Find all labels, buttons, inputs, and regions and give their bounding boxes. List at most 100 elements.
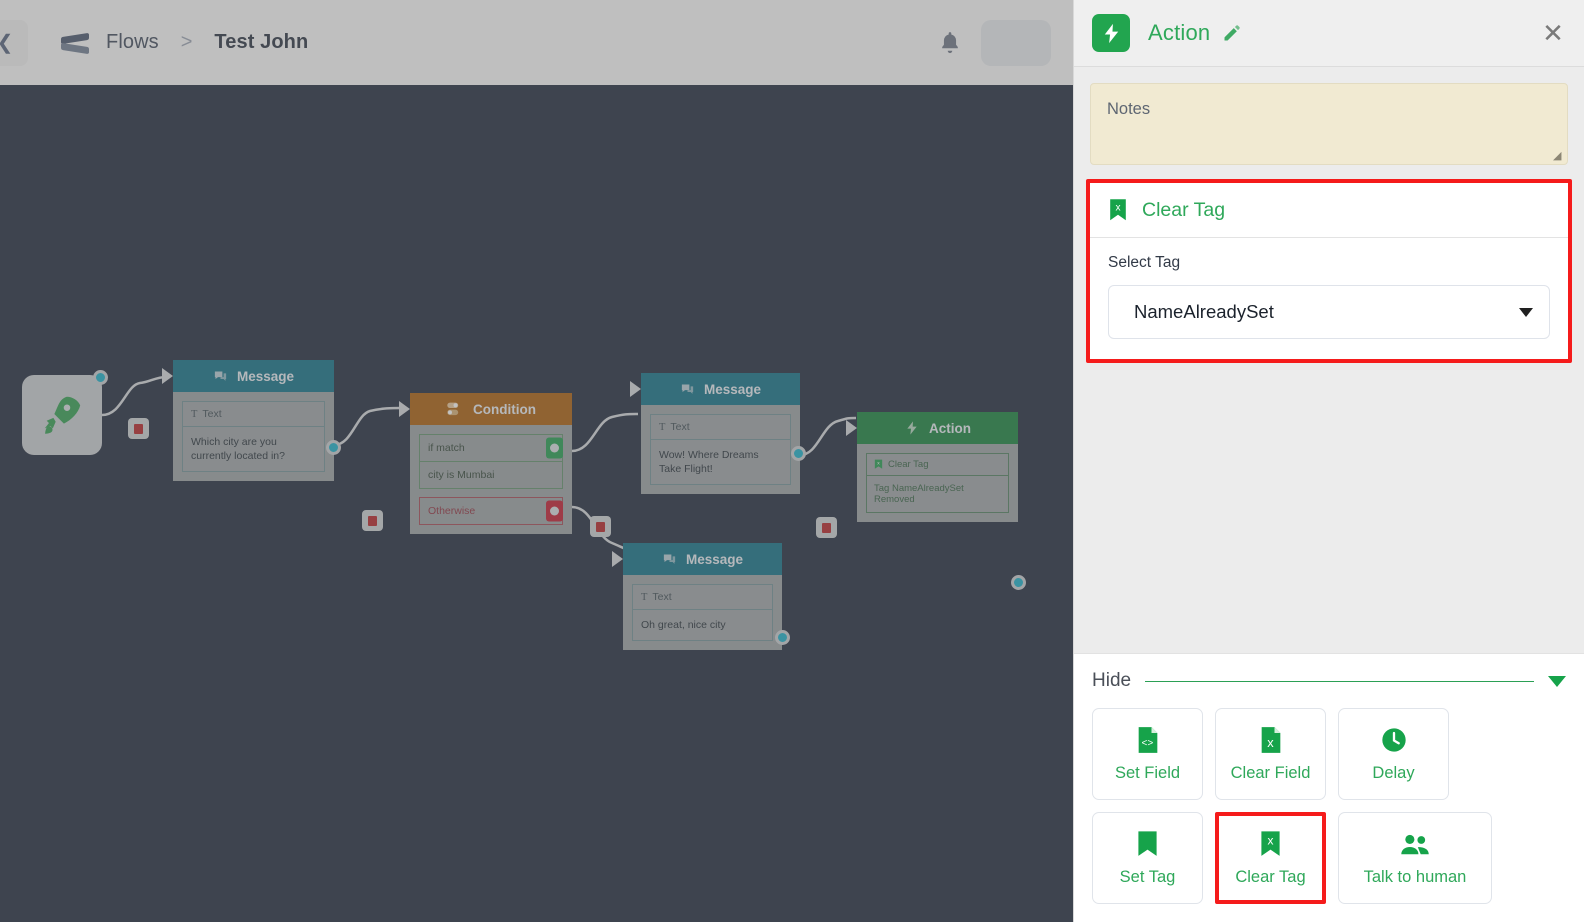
node-title: Message [236, 368, 295, 384]
flow-node-condition[interactable]: Condition if match city is Mumbai Otherw… [399, 393, 572, 534]
svg-text:x: x [1115, 203, 1120, 214]
condition-true-port[interactable] [546, 437, 563, 459]
trash-icon [822, 522, 831, 533]
flow-node-action[interactable]: Action x Clear Tag Tag NameAlreadySet Re… [846, 412, 1018, 522]
hide-label: Hide [1092, 670, 1132, 691]
chevron-down-icon [1519, 307, 1533, 317]
message-2-output-port[interactable] [791, 446, 806, 461]
connector-delete-button[interactable] [362, 510, 383, 531]
trash-icon [368, 515, 377, 526]
text-T-icon: T [191, 408, 198, 420]
flows-logo-icon [58, 26, 92, 60]
app-root: ❮ Flows > Test John [0, 0, 1584, 922]
node-body: T Text Which city are you currently loca… [173, 392, 334, 482]
message-3-output-port[interactable] [775, 630, 790, 645]
flow-node-message-2[interactable]: Message T Text Wow! Where Dreams Take Fl… [630, 373, 800, 495]
message-icon [663, 554, 676, 564]
notes-textarea[interactable]: Notes ◢ [1090, 83, 1568, 165]
node-title: Message [685, 551, 744, 567]
connector-delete-button[interactable] [590, 516, 611, 537]
clear-tag-card-title: Clear Tag [1142, 198, 1226, 221]
tile-talk-to-human[interactable]: Talk to human [1338, 812, 1492, 904]
header-actions [937, 19, 1051, 66]
tile-label: Set Tag [1119, 868, 1176, 886]
breadcrumb-flows-link[interactable]: Flows [106, 31, 159, 54]
node-title: Message [703, 381, 762, 397]
node-body: T Text Oh great, nice city [623, 575, 782, 651]
node-field-label: T Text [183, 402, 324, 427]
trash-icon [134, 423, 143, 434]
node-input-port [630, 381, 641, 397]
flow-node-message-3[interactable]: Message T Text Oh great, nice city [612, 543, 782, 651]
connector-delete-button[interactable] [128, 418, 149, 439]
resize-grip-icon[interactable]: ◢ [1553, 151, 1564, 162]
node-input-port [162, 368, 173, 384]
action-item: x Clear Tag Tag NameAlreadySet Removed [866, 453, 1009, 513]
node-field-label: T Text [633, 585, 772, 610]
node-header: Message [173, 360, 334, 392]
tile-label: Clear Tag [1235, 868, 1306, 886]
tile-clear-tag[interactable]: x Clear Tag [1215, 812, 1326, 904]
message-1-output-port[interactable] [326, 440, 341, 455]
condition-else-row: Otherwise [419, 497, 563, 525]
start-node-output-port[interactable] [93, 370, 108, 385]
flow-start-node[interactable] [22, 375, 102, 455]
select-tag-label: Select Tag [1108, 254, 1181, 271]
breadcrumb-current-title: Test John [214, 31, 309, 53]
select-tag-dropdown[interactable]: NameAlreadySet [1108, 285, 1550, 339]
tile-set-tag[interactable]: Set Tag [1092, 812, 1203, 904]
clear-tag-card-header: x Clear Tag [1090, 183, 1568, 238]
node-header: Action [857, 412, 1018, 444]
action-item-value: Tag NameAlreadySet Removed [874, 483, 964, 505]
svg-text:x: x [1267, 735, 1274, 750]
clear-tag-config-card: x Clear Tag Select Tag NameAlreadySet [1086, 179, 1572, 363]
panel-header: Action ✕ [1074, 0, 1584, 67]
action-output-port[interactable] [1011, 575, 1026, 590]
people-icon [1399, 829, 1431, 859]
tile-set-field[interactable]: <> Set Field [1092, 708, 1203, 800]
node-field-label: T Text [651, 415, 790, 440]
node-body: x Clear Tag Tag NameAlreadySet Removed [857, 444, 1018, 522]
tile-label: Delay [1372, 764, 1415, 782]
notes-placeholder: Notes [1107, 100, 1151, 118]
action-side-panel: Action ✕ Notes ◢ x Clear Tag Select Tag … [1073, 0, 1584, 922]
clear-tag-card-body: Select Tag NameAlreadySet [1090, 238, 1568, 359]
node-body: T Text Wow! Where Dreams Take Flight! [641, 405, 800, 495]
node-body: if match city is Mumbai Otherwise [410, 425, 572, 534]
notification-bell-icon[interactable] [937, 29, 963, 57]
back-button[interactable]: ❮ [0, 19, 28, 66]
node-field-value: Wow! Where Dreams Take Flight! [659, 449, 759, 476]
file-x-icon: x [1259, 725, 1283, 755]
node-input-port [846, 420, 857, 436]
connector-delete-button[interactable] [816, 517, 837, 538]
node-field: T Text Wow! Where Dreams Take Flight! [650, 414, 791, 486]
file-code-icon: <> [1136, 725, 1160, 755]
tile-delay[interactable]: Delay [1338, 708, 1449, 800]
svg-text:x: x [1268, 834, 1274, 848]
node-header: Condition [410, 393, 572, 425]
text-T-icon: T [641, 591, 648, 603]
node-field: T Text Which city are you currently loca… [182, 401, 325, 473]
node-header: Message [641, 373, 800, 405]
tile-clear-field[interactable]: x Clear Field [1215, 708, 1326, 800]
pencil-icon[interactable] [1222, 23, 1242, 43]
select-tag-value: NameAlreadySet [1134, 301, 1274, 322]
condition-false-port[interactable] [546, 500, 563, 522]
panel-title: Action [1148, 20, 1211, 45]
header-action-button[interactable] [981, 19, 1051, 66]
flow-node-message-1[interactable]: Message T Text Which city are you curren… [162, 360, 334, 482]
tag-clear-icon: x [1110, 199, 1126, 221]
panel-content: Notes ◢ x Clear Tag Select Tag NameAlrea… [1074, 67, 1584, 653]
hide-section-toggle[interactable]: Hide [1092, 670, 1566, 692]
node-header: Message [623, 543, 782, 575]
flow-canvas[interactable]: Message T Text Which city are you curren… [0, 85, 1073, 922]
tile-label: Talk to human [1363, 868, 1467, 886]
close-x-icon[interactable]: ✕ [1540, 20, 1566, 46]
condition-if-value: city is Mumbai [420, 461, 562, 488]
node-field: T Text Oh great, nice city [632, 584, 773, 642]
rocket-icon [44, 396, 81, 434]
chevron-down-icon[interactable] [1548, 675, 1566, 687]
tag-clear-icon: x [874, 459, 883, 469]
svg-text:<>: <> [1141, 738, 1153, 749]
message-icon [214, 371, 227, 381]
